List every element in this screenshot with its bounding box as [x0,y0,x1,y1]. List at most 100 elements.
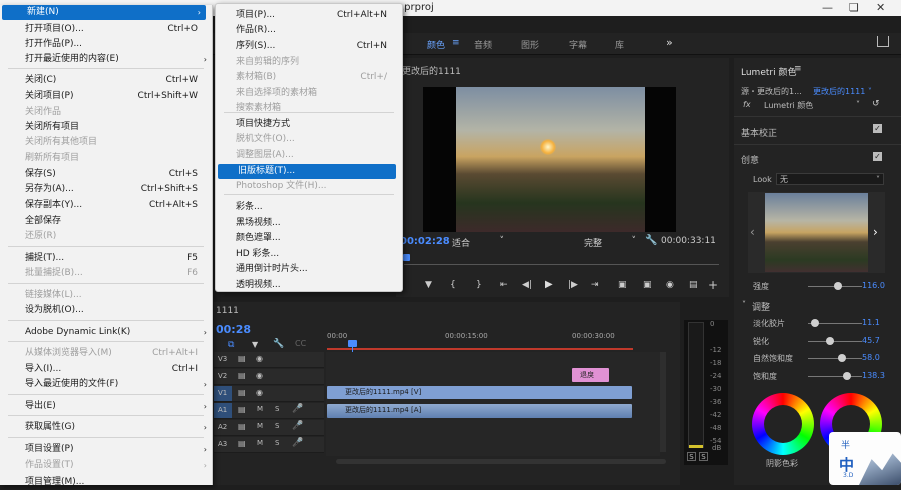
maximize-icon[interactable]: ❏ [849,2,859,14]
tab-captions[interactable]: 字幕 [569,38,587,51]
file-menu-item[interactable]: 设为脱机(O)... [0,303,212,318]
new-submenu-item[interactable]: 黑场视频... [216,216,402,231]
program-playhead[interactable] [403,254,410,261]
param-slider[interactable] [808,341,862,342]
creative-checkbox[interactable]: ✓ [873,152,882,161]
work-area-bar[interactable] [327,348,633,350]
panel-menu-icon[interactable]: ≡ [794,64,802,74]
file-menu-item[interactable]: 导入(I)... Ctrl+I [0,362,212,377]
param-slider[interactable] [808,376,862,377]
file-menu-item[interactable]: 关闭(C) Ctrl+W [0,73,212,88]
file-menu-item[interactable]: 打开作品(P)... [0,37,212,52]
video-clip[interactable]: 更改后的1111.mp4 [V] [327,386,632,399]
minimize-icon[interactable]: — [822,2,833,14]
wheel-center[interactable] [764,405,802,443]
new-submenu-item[interactable]: 通用倒计时片头... [216,262,402,277]
target-clip-dropdown[interactable]: 更改后的1111 ˅ [813,86,872,97]
solo-icon[interactable]: S [275,422,279,430]
extract-icon[interactable]: ▣ [643,280,652,290]
linked-icon[interactable]: ▼ [252,340,258,349]
file-menu-item[interactable]: 捕捉(T)... F5 [0,251,212,266]
audio-clip[interactable]: 更改后的1111.mp4 [A] [327,404,632,418]
solo-icon[interactable]: S [275,439,279,447]
param-slider-knob[interactable] [811,319,819,327]
sync-lock-icon[interactable]: ▤ [238,422,246,431]
mic-icon[interactable]: 🎤 [292,421,303,431]
param-value[interactable]: 138.3 [862,371,885,380]
file-menu-item[interactable]: 项目设置(P) › [0,442,212,457]
basic-correction-checkbox[interactable]: ✓ [873,124,882,133]
eye-icon[interactable]: ◉ [256,371,263,380]
file-menu-item[interactable]: 保存(S) Ctrl+S [0,167,212,182]
file-menu-item[interactable]: 另存为(A)... Ctrl+Shift+S [0,182,212,197]
program-ruler[interactable] [404,257,719,265]
marker-icon[interactable]: ▼ [425,280,432,290]
file-menu-item[interactable]: 导出(E) › [0,399,212,414]
param-slider-knob[interactable] [838,354,846,362]
step-forward-icon[interactable]: |▶ [568,280,578,290]
quality-dropdown[interactable]: 完整 ˅ [584,236,636,249]
play-icon[interactable]: ▶ [545,279,553,290]
close-icon[interactable]: ✕ [876,2,885,14]
new-submenu-item[interactable]: 旧版标题(T)... [218,164,396,179]
mark-out-icon[interactable]: } [476,280,482,290]
eye-icon[interactable]: ◉ [256,388,263,397]
new-submenu-item[interactable]: 序列(S)... Ctrl+N [216,39,402,54]
mic-icon[interactable]: 🎤 [292,438,303,448]
shadow-color-wheel[interactable] [752,393,814,455]
file-menu-item[interactable]: 导入最近使用的文件(F) › [0,377,212,392]
sync-lock-icon[interactable]: ▤ [238,388,246,397]
more-tabs-icon[interactable]: » [666,36,673,49]
title-clip[interactable]: 退戾 [572,368,609,382]
file-menu-item[interactable]: 关闭所有项目 [0,120,212,135]
param-slider-knob[interactable] [826,337,834,345]
file-menu-item[interactable]: 打开最近使用的内容(E) › [0,52,212,67]
section-creative[interactable]: 创意 [741,153,759,166]
fit-dropdown[interactable]: 适合 ˅ [452,236,504,249]
param-value[interactable]: 11.1 [862,318,880,327]
new-submenu-item[interactable]: 项目(P)... Ctrl+Alt+N [216,8,402,23]
param-slider[interactable] [808,358,862,359]
new-submenu-item[interactable]: HD 彩条... [216,247,402,262]
param-value[interactable]: 58.0 [862,353,880,362]
effect-dropdown-icon[interactable]: ˅ [856,100,860,109]
file-menu-item[interactable]: 保存副本(Y)... Ctrl+Alt+S [0,198,212,213]
sync-lock-icon[interactable]: ▤ [238,354,246,363]
share-icon[interactable] [877,36,889,47]
solo-icon[interactable]: S [275,405,279,413]
file-menu-item[interactable]: Adobe Dynamic Link(K) › [0,325,212,340]
go-to-in-icon[interactable]: ⇤ [500,280,508,290]
mute-icon[interactable]: M [257,422,263,430]
new-submenu-item[interactable]: 颜色遮罩... [216,231,402,246]
wrench-icon[interactable]: 🔧 [645,235,657,246]
tab-libraries[interactable]: 库 [615,38,624,51]
file-menu-item[interactable]: 关闭项目(P) Ctrl+Shift+W [0,89,212,104]
camera-icon[interactable]: ◉ [666,280,674,290]
reset-icon[interactable]: ↺ [872,99,880,109]
file-menu-item[interactable]: 打开项目(O)... Ctrl+O [0,22,212,37]
intensity-value[interactable]: 116.0 [862,281,885,290]
look-prev-icon[interactable]: ‹ [750,225,755,239]
step-back-icon[interactable]: ◀| [522,280,532,290]
file-menu-item[interactable]: 获取属性(G) › [0,420,212,435]
timeline-timecode[interactable]: 00:28 [216,323,251,336]
go-to-out-icon[interactable]: ⇥ [591,280,599,290]
intensity-slider-knob[interactable] [834,282,842,290]
look-dropdown[interactable]: 无 ˅ [776,173,884,185]
captions-icon[interactable]: CC [295,339,306,348]
solo-left-button[interactable]: S [687,452,696,461]
sync-lock-icon[interactable]: ▤ [238,371,246,380]
file-menu-item[interactable]: 项目管理(M)... [0,475,212,490]
tab-color[interactable]: 颜色 [427,38,445,51]
timeline-vertical-scrollbar[interactable] [660,352,666,452]
mark-in-icon[interactable]: { [450,280,456,290]
eye-icon[interactable]: ◉ [256,354,263,363]
add-button-icon[interactable]: + [708,278,718,292]
file-menu-item[interactable]: 新建(N) › [2,5,206,20]
chevron-down-icon[interactable]: ˅ [742,300,746,309]
solo-right-button[interactable]: S [699,452,708,461]
section-basic-correction[interactable]: 基本校正 [741,126,777,139]
tab-audio[interactable]: 音频 [474,38,492,51]
new-submenu-item[interactable]: 项目快捷方式 [216,117,402,132]
sync-lock-icon[interactable]: ▤ [238,405,246,414]
